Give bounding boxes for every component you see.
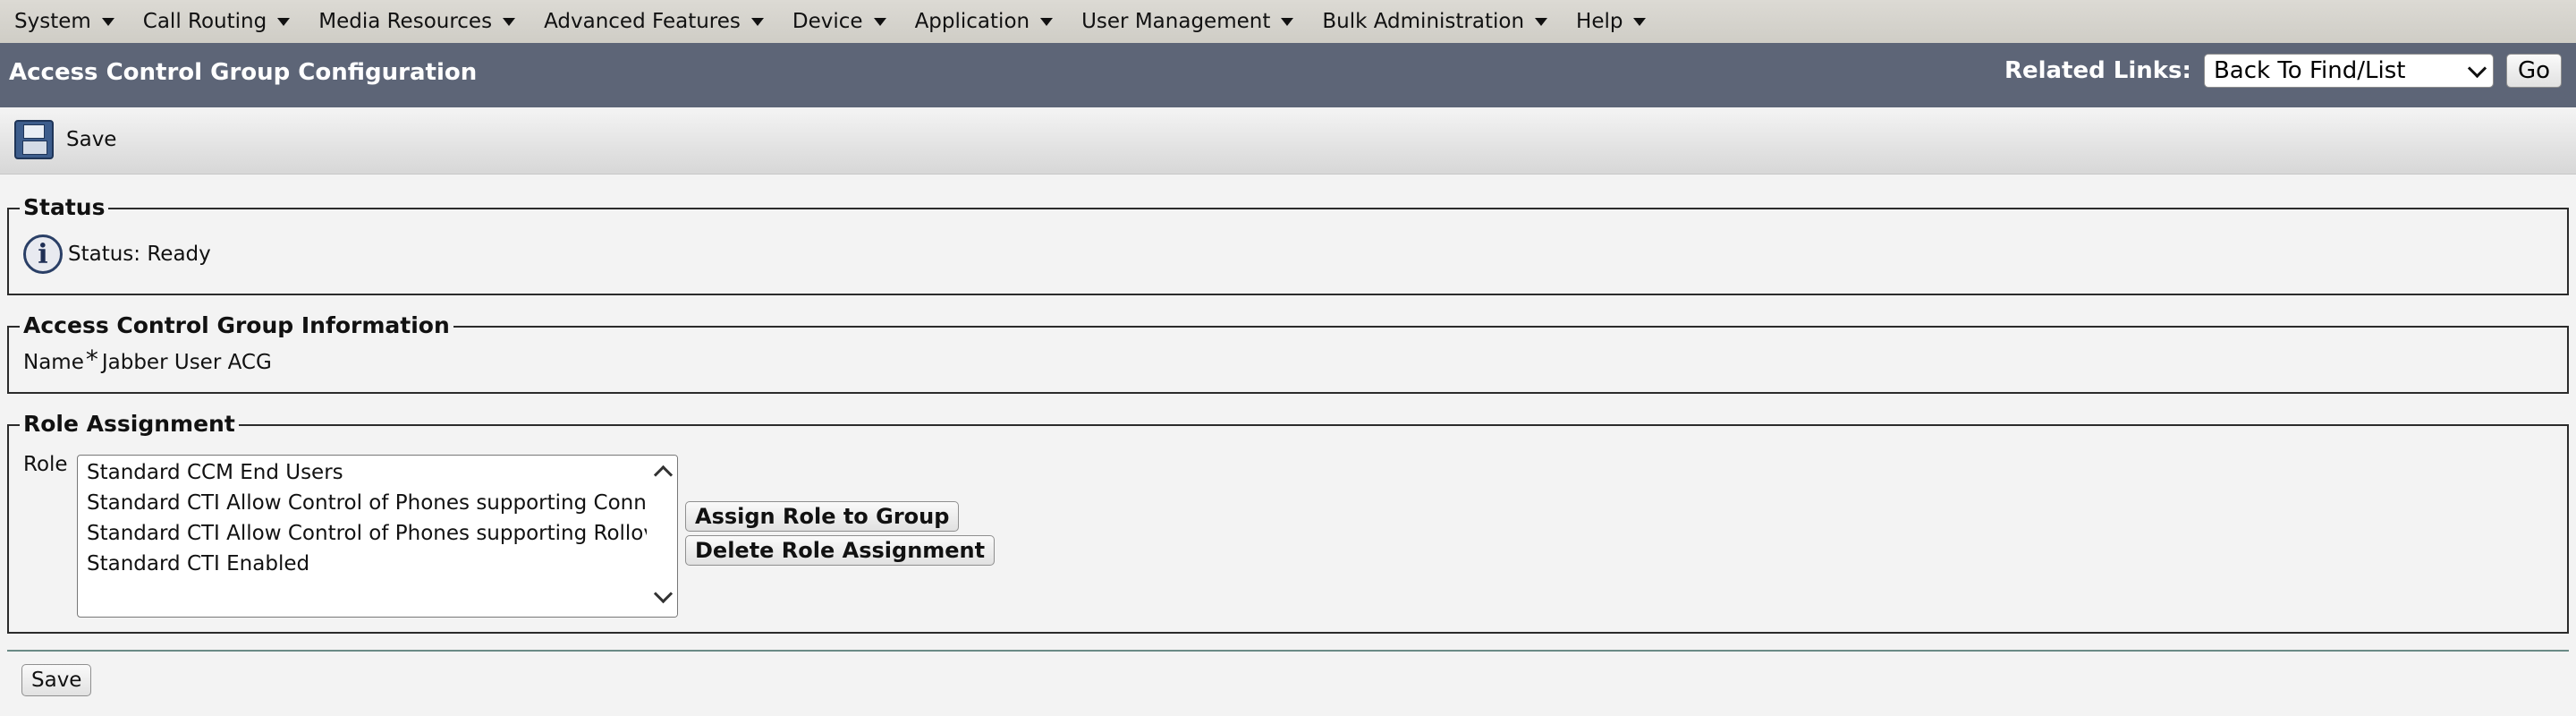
role-assignment-section: Role Assignment Role Standard CCM End Us…	[7, 412, 2569, 634]
menu-system[interactable]: System	[14, 10, 114, 33]
menu-bulk-administration[interactable]: Bulk Administration	[1322, 10, 1548, 33]
page-title: Access Control Group Configuration	[9, 59, 478, 86]
go-button[interactable]: Go	[2505, 54, 2562, 88]
status-section: Status i Status: Ready	[7, 195, 2569, 295]
menu-user-management[interactable]: User Management	[1081, 10, 1294, 33]
caret-down-icon	[1633, 17, 1647, 26]
name-label: Name	[23, 351, 84, 374]
role-assignment-legend: Role Assignment	[20, 412, 239, 437]
menu-call-routing[interactable]: Call Routing	[142, 10, 291, 33]
toolbar-save-label: Save	[66, 128, 117, 151]
required-mark: *	[85, 345, 98, 374]
role-list-item[interactable]: Standard CTI Allow Control of Phones sup…	[87, 522, 666, 545]
group-info-legend: Access Control Group Information	[20, 313, 453, 338]
caret-down-icon	[873, 17, 886, 26]
role-list-item[interactable]: Standard CTI Enabled	[87, 552, 666, 575]
name-value: Jabber User ACG	[101, 351, 272, 374]
name-row: Name * Jabber User ACG	[23, 345, 272, 375]
toolbar: Save	[0, 107, 2576, 175]
assign-role-button[interactable]: Assign Role to Group	[685, 501, 960, 532]
role-list-scrollbar[interactable]	[647, 456, 677, 617]
menu-help[interactable]: Help	[1576, 10, 1647, 33]
caret-down-icon	[277, 17, 291, 26]
status-legend: Status	[20, 195, 109, 220]
menu-label: User Management	[1081, 10, 1271, 33]
status-row: i Status: Ready	[23, 234, 211, 274]
caret-down-icon	[1281, 17, 1294, 26]
floppy-disk-icon	[14, 120, 54, 159]
delete-role-assignment-button[interactable]: Delete Role Assignment	[685, 535, 996, 566]
role-listbox[interactable]: Standard CCM End Users Standard CTI Allo…	[77, 455, 678, 618]
menu-label: Application	[914, 10, 1030, 33]
related-links-value: Back To Find/List	[2213, 57, 2406, 84]
caret-down-icon	[503, 17, 516, 26]
menu-advanced-features[interactable]: Advanced Features	[544, 10, 764, 33]
role-label: Role	[23, 453, 68, 476]
toolbar-save-button[interactable]: Save	[14, 120, 116, 159]
menu-label: Device	[792, 10, 863, 33]
menu-label: System	[14, 10, 91, 33]
menu-label: Media Resources	[318, 10, 493, 33]
related-links-label: Related Links:	[2004, 57, 2191, 84]
menu-label: Call Routing	[142, 10, 267, 33]
caret-down-icon	[750, 17, 764, 26]
role-list-item[interactable]: Standard CTI Allow Control of Phones sup…	[87, 491, 666, 515]
menu-device[interactable]: Device	[792, 10, 886, 33]
title-bar: Access Control Group Configuration Relat…	[0, 43, 2576, 107]
menu-label: Help	[1576, 10, 1623, 33]
caret-down-icon	[1040, 17, 1054, 26]
scroll-up-icon[interactable]	[653, 465, 674, 485]
caret-down-icon	[101, 17, 114, 26]
menu-application[interactable]: Application	[915, 10, 1054, 33]
info-icon: i	[23, 234, 63, 274]
caret-down-icon	[1535, 17, 1548, 26]
related-links: Related Links: Back To Find/List Go	[2004, 54, 2562, 88]
role-list-item[interactable]: Standard CCM End Users	[87, 461, 666, 484]
footer-divider	[7, 650, 2569, 652]
menu-label: Bulk Administration	[1322, 10, 1525, 33]
related-links-select[interactable]: Back To Find/List	[2203, 54, 2494, 88]
main-menu-bar: System Call Routing Media Resources Adva…	[0, 0, 2576, 44]
menu-media-resources[interactable]: Media Resources	[318, 10, 516, 33]
group-info-section: Access Control Group Information Name * …	[7, 313, 2569, 394]
bottom-save-button[interactable]: Save	[21, 664, 92, 696]
chevron-down-icon	[2467, 58, 2487, 78]
scroll-down-icon[interactable]	[653, 584, 674, 604]
menu-label: Advanced Features	[544, 10, 741, 33]
status-text: Status: Ready	[68, 243, 211, 266]
